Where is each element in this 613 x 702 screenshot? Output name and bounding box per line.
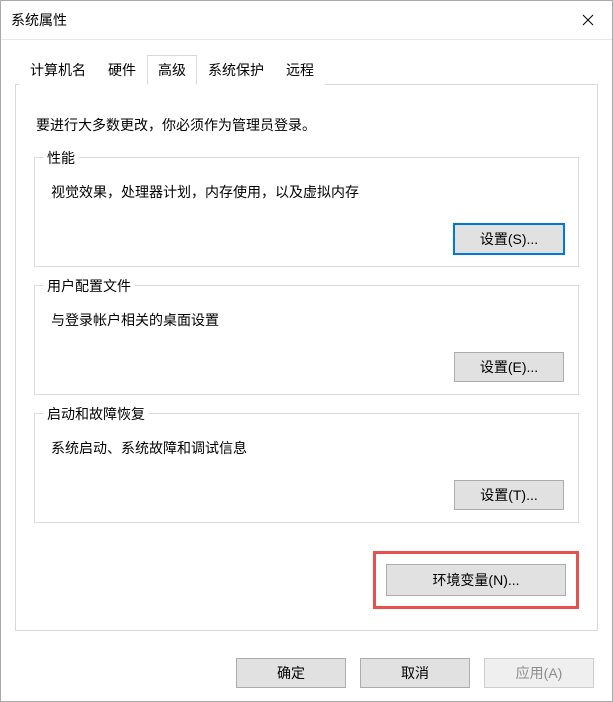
environment-variables-row: 环境变量(N)... bbox=[34, 551, 579, 609]
group-startup-recovery: 启动和故障恢复 系统启动、系统故障和调试信息 设置(T)... bbox=[34, 413, 579, 523]
group-user-profiles-legend: 用户配置文件 bbox=[43, 276, 135, 296]
environment-variables-highlight: 环境变量(N)... bbox=[373, 551, 579, 609]
group-user-profiles-description: 与登录帐户相关的桌面设置 bbox=[51, 310, 564, 330]
titlebar: 系统属性 bbox=[1, 1, 612, 40]
performance-settings-button[interactable]: 设置(S)... bbox=[454, 224, 564, 254]
close-button[interactable] bbox=[564, 1, 612, 39]
group-startup-recovery-description: 系统启动、系统故障和调试信息 bbox=[51, 438, 564, 458]
group-startup-recovery-legend: 启动和故障恢复 bbox=[43, 404, 149, 424]
tab-system-protection[interactable]: 系统保护 bbox=[197, 55, 275, 85]
system-properties-window: 系统属性 计算机名 硬件 高级 系统保护 远程 要进行大多数更改，你必须作为管理… bbox=[0, 0, 613, 702]
group-performance-description: 视觉效果，处理器计划，内存使用，以及虚拟内存 bbox=[51, 182, 564, 202]
tab-advanced[interactable]: 高级 bbox=[147, 55, 197, 85]
client-area: 计算机名 硬件 高级 系统保护 远程 要进行大多数更改，你必须作为管理员登录。 … bbox=[1, 40, 612, 645]
dialog-footer: 确定 取消 应用(A) bbox=[1, 645, 612, 701]
user-profiles-settings-button[interactable]: 设置(E)... bbox=[454, 352, 564, 382]
cancel-button[interactable]: 取消 bbox=[360, 658, 470, 688]
admin-note: 要进行大多数更改，你必须作为管理员登录。 bbox=[36, 115, 577, 135]
group-user-profiles: 用户配置文件 与登录帐户相关的桌面设置 设置(E)... bbox=[34, 285, 579, 395]
apply-button[interactable]: 应用(A) bbox=[484, 658, 594, 688]
tab-hardware[interactable]: 硬件 bbox=[97, 55, 147, 85]
group-performance: 性能 视觉效果，处理器计划，内存使用，以及虚拟内存 设置(S)... bbox=[34, 157, 579, 267]
startup-recovery-settings-button[interactable]: 设置(T)... bbox=[454, 480, 564, 510]
tabstrip: 计算机名 硬件 高级 系统保护 远程 bbox=[15, 55, 598, 85]
close-icon bbox=[582, 14, 594, 26]
tab-computer-name[interactable]: 计算机名 bbox=[19, 55, 97, 85]
tab-remote[interactable]: 远程 bbox=[275, 55, 325, 85]
group-performance-legend: 性能 bbox=[43, 148, 79, 168]
tabpanel-advanced: 要进行大多数更改，你必须作为管理员登录。 性能 视觉效果，处理器计划，内存使用，… bbox=[15, 84, 598, 631]
ok-button[interactable]: 确定 bbox=[236, 658, 346, 688]
environment-variables-button[interactable]: 环境变量(N)... bbox=[386, 564, 566, 596]
window-title: 系统属性 bbox=[11, 10, 67, 30]
